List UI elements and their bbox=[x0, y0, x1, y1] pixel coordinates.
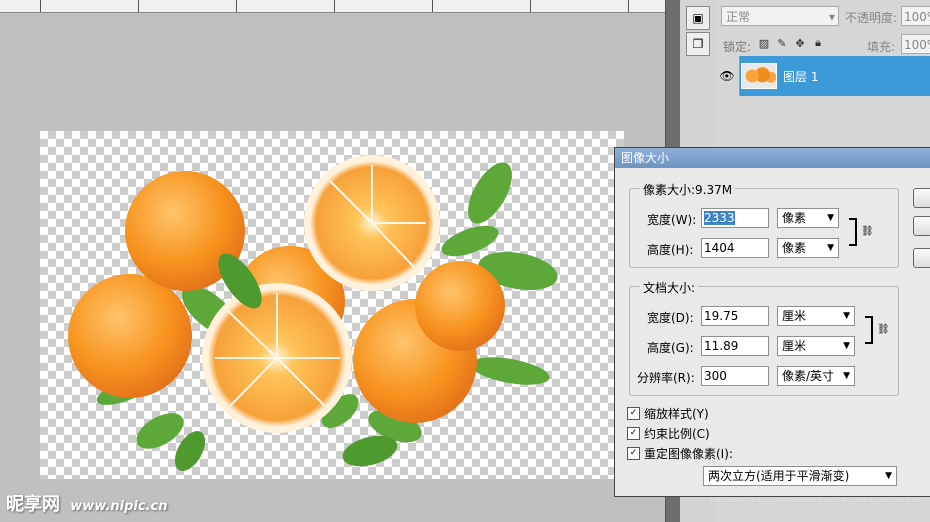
doc-link-icon: ⛓ bbox=[877, 324, 890, 335]
chevron-down-icon: ▾ bbox=[828, 10, 835, 24]
layer-name: 图层 1 bbox=[783, 70, 819, 84]
width-unit-select[interactable]: 像素 ▼ bbox=[777, 208, 839, 228]
resolution-label: 分辨率(R): bbox=[637, 371, 695, 385]
auto-button[interactable] bbox=[913, 248, 930, 268]
lock-icons: ▨ ✎ ✥ 🔒︎ bbox=[757, 36, 825, 50]
width-label: 宽度(W): bbox=[647, 213, 697, 227]
watermark-logo: 昵享网 bbox=[6, 494, 60, 515]
opacity-label: 不透明度: bbox=[845, 11, 898, 25]
resolution-input[interactable]: 300 bbox=[701, 366, 769, 386]
horizontal-ruler bbox=[0, 0, 665, 13]
resample-method-select[interactable]: 两次立方(适用于平滑渐变) ▼ bbox=[703, 466, 897, 486]
fill-input[interactable]: 100% bbox=[901, 34, 930, 54]
canvas-area[interactable]: 昵享网 www.nipic.cn bbox=[0, 13, 665, 522]
dialog-title: 图像大小 bbox=[615, 148, 930, 168]
layer-row[interactable]: 👁︎ 图层 1 bbox=[715, 56, 930, 96]
lock-label: 锁定: bbox=[723, 40, 752, 54]
resample-label: 重定图像像素(I): bbox=[644, 447, 733, 461]
constrain-label: 约束比例(C) bbox=[644, 427, 710, 441]
lock-pixels-icon[interactable]: ✎ bbox=[775, 36, 789, 50]
doc-link-bracket bbox=[865, 316, 873, 344]
link-icon: ⛓ bbox=[861, 226, 874, 237]
cancel-button[interactable] bbox=[913, 216, 930, 236]
oranges-image bbox=[68, 155, 558, 471]
lock-transparency-icon[interactable]: ▨ bbox=[757, 36, 771, 50]
doc-height-label: 高度(G): bbox=[647, 341, 694, 355]
scale-styles-checkbox[interactable]: ✓ 缩放样式(Y) bbox=[627, 405, 709, 422]
blend-mode-value: 正常 bbox=[726, 10, 751, 24]
height-unit-select[interactable]: 像素 ▼ bbox=[777, 238, 839, 258]
doc-width-input[interactable]: 19.75 bbox=[701, 306, 769, 326]
fill-label: 填充: bbox=[867, 40, 896, 54]
document-canvas[interactable] bbox=[40, 131, 624, 479]
pixel-dimensions-label: 像素大小:9.37M bbox=[640, 181, 736, 198]
resample-checkbox[interactable]: ✓ 重定图像像素(I): bbox=[627, 445, 733, 462]
image-size-dialog: 图像大小 像素大小:9.37M 宽度(W): 2333 像素 ▼ 高度(H): 1… bbox=[614, 147, 930, 497]
checkbox-checked-icon: ✓ bbox=[627, 407, 640, 420]
history-icon[interactable]: ▣ bbox=[686, 6, 710, 30]
copy-icon[interactable]: ❐ bbox=[686, 32, 710, 56]
blend-mode-select[interactable]: 正常 ▾ bbox=[721, 6, 839, 26]
doc-height-input[interactable]: 11.89 bbox=[701, 336, 769, 356]
watermark: 昵享网 www.nipic.cn bbox=[6, 490, 168, 516]
constrain-proportions-checkbox[interactable]: ✓ 约束比例(C) bbox=[627, 425, 710, 442]
doc-width-label: 宽度(D): bbox=[647, 311, 694, 325]
document-size-label: 文档大小: bbox=[640, 279, 699, 296]
lock-position-icon[interactable]: ✥ bbox=[793, 36, 807, 50]
opacity-input[interactable]: 100% bbox=[901, 6, 930, 26]
layer-thumbnail bbox=[741, 63, 777, 89]
lock-all-icon[interactable]: 🔒︎ bbox=[811, 36, 825, 50]
ok-button[interactable] bbox=[913, 188, 930, 208]
scale-styles-label: 缩放样式(Y) bbox=[644, 407, 709, 421]
doc-width-unit-select[interactable]: 厘米 ▼ bbox=[777, 306, 855, 326]
width-input[interactable]: 2333 bbox=[701, 208, 769, 228]
checkbox-checked-icon: ✓ bbox=[627, 427, 640, 440]
checkbox-checked-icon: ✓ bbox=[627, 447, 640, 460]
link-bracket bbox=[849, 218, 857, 246]
resolution-unit-select[interactable]: 像素/英寸 ▼ bbox=[777, 366, 855, 386]
height-label: 高度(H): bbox=[647, 243, 694, 257]
watermark-url: www.nipic.cn bbox=[70, 499, 168, 514]
eye-icon[interactable]: 👁︎ bbox=[715, 56, 740, 96]
height-input[interactable]: 1404 bbox=[701, 238, 769, 258]
doc-height-unit-select[interactable]: 厘米 ▼ bbox=[777, 336, 855, 356]
